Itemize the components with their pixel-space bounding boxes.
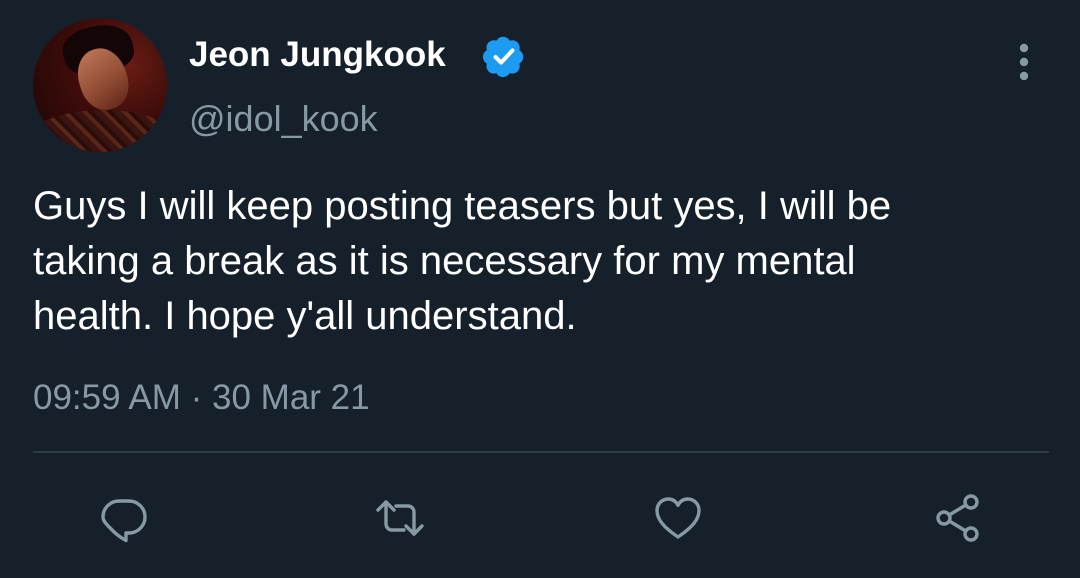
avatar-shoulder [33,110,167,152]
tweet-date: 30 Mar 21 [212,378,370,417]
divider [33,451,1049,453]
timestamp-separator: · [190,378,203,417]
heart-icon [655,497,701,539]
reply-button[interactable] [96,490,152,546]
share-button[interactable] [930,490,986,546]
like-button[interactable] [650,490,706,546]
tweet-card: Jeon Jungkook @idol_kook Guys I will kee… [0,0,1080,578]
tweet-text: Guys I will keep posting teasers but yes… [33,184,892,338]
avatar[interactable] [33,18,167,152]
display-name[interactable]: Jeon Jungkook [189,34,446,76]
more-vertical-icon[interactable] [1004,40,1044,84]
user-handle[interactable]: @idol_kook [189,98,378,140]
verified-badge-icon [482,36,524,78]
tweet-timestamp[interactable]: 09:59 AM · 30 Mar 21 [33,377,370,419]
retweet-button[interactable] [372,490,428,546]
tweet-time: 09:59 AM [33,378,181,417]
retweet-icon [376,500,424,536]
reply-icon [101,499,147,543]
share-icon [936,494,979,542]
